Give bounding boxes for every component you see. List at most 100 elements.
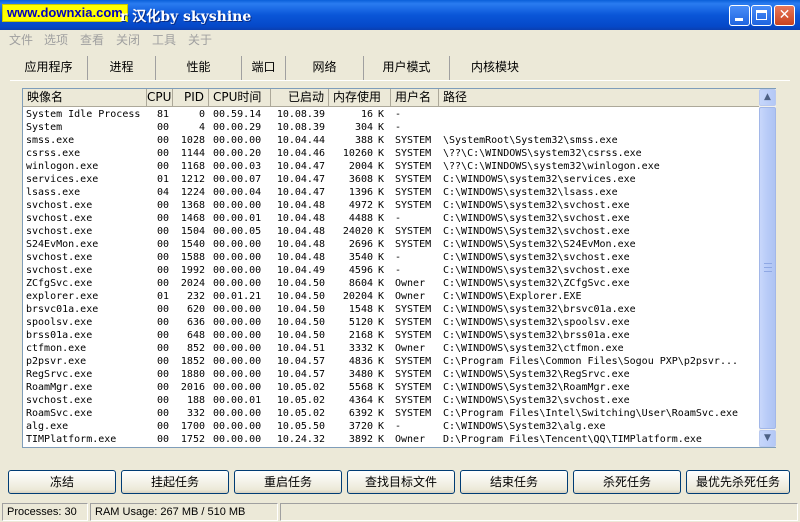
table-row[interactable]: csrss.exe 00 1144 00.00.20 10.04.46 10260 K SYS… xyxy=(23,147,759,160)
table-row[interactable]: svchost.exe 00 1992 00.00.00 10.04.49 4596 K - C… xyxy=(23,264,759,277)
title-bar[interactable]: www.downxia.com r 汉化by skyshine ✕ xyxy=(0,0,800,30)
cell-pid: 1880 xyxy=(180,369,205,380)
table-row[interactable]: winlogon.exe 00 1168 00.00.03 10.04.47 2004 K S… xyxy=(23,160,759,173)
column-cpu-time[interactable]: CPU时间 xyxy=(209,89,271,107)
menu-about[interactable]: 关于 xyxy=(188,32,212,48)
cell-cpu: 00 xyxy=(156,343,169,354)
table-row[interactable]: TIMPlatform.exe 00 1752 00.00.00 10.24.32 389… xyxy=(23,433,759,446)
cell-user: SYSTEM xyxy=(395,369,432,380)
table-row[interactable]: brss01a.exe 00 648 00.00.00 10.04.50 2168 K SYS… xyxy=(23,329,759,342)
table-row[interactable]: lsass.exe 04 1224 00.00.04 10.04.47 1396 K SYST… xyxy=(23,186,759,199)
cell-name: RegSrvc.exe xyxy=(26,369,93,380)
cell-name: brsvc01a.exe xyxy=(26,304,99,315)
scroll-up-button[interactable]: ▲ xyxy=(759,89,776,106)
maximize-button[interactable] xyxy=(751,5,772,26)
cell-started: 10.04.50 xyxy=(276,330,325,341)
cell-cpu: 00 xyxy=(156,304,169,315)
table-row[interactable]: spoolsv.exe 00 636 00.00.00 10.04.50 5120 K SYS… xyxy=(23,316,759,329)
table-row[interactable]: brsvc01a.exe 00 620 00.00.00 10.04.50 1548 K SY… xyxy=(23,303,759,316)
table-row[interactable]: S24EvMon.exe 00 1540 00.00.00 10.04.48 2696 K S… xyxy=(23,238,759,251)
priority-kill-button[interactable]: 最优先杀死任务 xyxy=(686,470,790,494)
cell-memory: 3720 xyxy=(348,421,373,432)
cell-pid: 1368 xyxy=(180,200,205,211)
table-row[interactable]: svchost.exe 00 1504 00.00.05 10.04.48 24020 K S… xyxy=(23,225,759,238)
cell-started: 10.04.57 xyxy=(276,356,325,367)
menu-view[interactable]: 查看 xyxy=(80,32,104,48)
table-row[interactable]: ZCfgSvc.exe 00 2024 00.00.00 10.04.50 8604 K Ow… xyxy=(23,277,759,290)
column-image-name[interactable]: 映像名 xyxy=(23,89,147,107)
ram-usage: RAM Usage: 267 MB / 510 MB (52%) xyxy=(90,503,278,521)
table-row[interactable]: p2psvr.exe 00 1852 00.00.00 10.04.57 4836 K SYS… xyxy=(23,355,759,368)
table-row[interactable]: svchost.exe 00 1468 00.00.01 10.04.48 4488 K - C… xyxy=(23,212,759,225)
restart-task-button[interactable]: 重启任务 xyxy=(234,470,342,494)
minimize-button[interactable] xyxy=(729,5,750,26)
tab-kernel-modules[interactable]: 内核模块 xyxy=(450,56,540,80)
cell-memory-unit: K xyxy=(378,330,385,341)
cell-user: Owner xyxy=(395,291,426,302)
table-row[interactable]: svchost.exe 00 1368 00.00.00 10.04.48 4972 K SY… xyxy=(23,199,759,212)
scroll-thumb[interactable] xyxy=(759,107,776,429)
column-path[interactable]: 路径 xyxy=(439,89,759,107)
cell-started: 10.24.32 xyxy=(276,434,325,445)
column-memory[interactable]: 内存使用 xyxy=(329,89,391,107)
column-started[interactable]: 已启动 xyxy=(271,89,329,107)
window-title: r 汉化by skyshine xyxy=(120,9,252,25)
table-row[interactable]: smss.exe 00 1028 00.00.00 10.04.44 388 K SYSTEM… xyxy=(23,134,759,147)
cell-path: C:\WINDOWS\system32\spoolsv.exe xyxy=(443,317,630,328)
vertical-scrollbar[interactable]: ▲ ▼ xyxy=(759,89,776,447)
cell-pid: 1028 xyxy=(180,135,205,146)
table-row[interactable]: System Idle Process 81 0 00.59.14 10.08.39 16… xyxy=(23,108,759,121)
tab-performance[interactable]: 性能 xyxy=(156,56,242,80)
cell-path xyxy=(443,108,759,121)
table-row[interactable]: RegSrvc.exe 00 1880 00.00.00 10.04.57 3480 K SY… xyxy=(23,368,759,381)
cell-memory: 5568 xyxy=(348,382,373,393)
cell-name: spoolsv.exe xyxy=(26,317,93,328)
table-row[interactable]: services.exe 01 1212 00.00.07 10.04.47 3608 K S… xyxy=(23,173,759,186)
process-list[interactable]: 映像名 CPU PID CPU时间 已启动 内存使用 用户名 路径 System… xyxy=(22,88,776,448)
table-row[interactable]: RoamMgr.exe 00 2016 00.00.00 10.05.02 5568 K SY… xyxy=(23,381,759,394)
cell-memory: 1548 xyxy=(348,304,373,315)
cell-pid: 648 xyxy=(186,330,205,341)
cell-cpu-time: 00.00.29 xyxy=(213,122,262,133)
table-row[interactable]: alg.exe 00 1700 00.00.00 10.05.50 3720 K - C:\WI… xyxy=(23,420,759,433)
close-button[interactable]: ✕ xyxy=(774,5,795,26)
cell-cpu-time: 00.59.14 xyxy=(213,109,262,120)
table-row[interactable]: explorer.exe 01 232 00.01.21 10.04.50 20204 K O… xyxy=(23,290,759,303)
menu-file[interactable]: 文件 xyxy=(9,32,33,48)
cell-memory: 24020 xyxy=(342,226,373,237)
table-row[interactable]: svchost.exe 00 1588 00.00.00 10.04.48 3540 K - C… xyxy=(23,251,759,264)
tab-ports[interactable]: 端口 xyxy=(242,56,286,80)
cell-name: svchost.exe xyxy=(26,395,93,406)
kill-task-button[interactable]: 杀死任务 xyxy=(573,470,681,494)
cell-memory: 4364 xyxy=(348,395,373,406)
cell-memory: 304 xyxy=(354,122,373,133)
menu-options[interactable]: 选项 xyxy=(44,32,68,48)
tab-processes[interactable]: 进程 xyxy=(88,56,156,80)
suspend-task-button[interactable]: 挂起任务 xyxy=(121,470,229,494)
tab-network[interactable]: 网络 xyxy=(286,56,364,80)
menu-tools[interactable]: 工具 xyxy=(152,32,176,48)
scroll-down-button[interactable]: ▼ xyxy=(759,430,776,447)
table-row[interactable]: RoamSvc.exe 00 332 00.00.00 10.05.02 6392 K SYS… xyxy=(23,407,759,420)
tab-applications[interactable]: 应用程序 xyxy=(10,56,88,80)
column-user[interactable]: 用户名 xyxy=(391,89,439,107)
cell-cpu-time: 00.00.00 xyxy=(213,265,262,276)
cell-cpu: 00 xyxy=(156,382,169,393)
menu-close[interactable]: 关闭 xyxy=(116,32,140,48)
end-task-button[interactable]: 结束任务 xyxy=(460,470,568,494)
column-pid[interactable]: PID xyxy=(173,89,209,107)
table-row[interactable]: ctfmon.exe 00 852 00.00.00 10.04.51 3332 K Owne… xyxy=(23,342,759,355)
table-row[interactable]: System 00 4 00.00.29 10.08.39 304 K - xyxy=(23,121,759,134)
find-target-file-button[interactable]: 查找目标文件 xyxy=(347,470,455,494)
column-cpu[interactable]: CPU xyxy=(147,89,173,107)
cell-name: RoamSvc.exe xyxy=(26,408,93,419)
cell-pid: 2024 xyxy=(180,278,205,289)
cell-name: ctfmon.exe xyxy=(26,343,87,354)
tab-user-mode[interactable]: 用户模式 xyxy=(364,56,450,80)
cell-memory-unit: K xyxy=(378,343,385,354)
freeze-button[interactable]: 冻结 xyxy=(8,470,116,494)
table-row[interactable]: svchost.exe 00 188 00.00.01 10.05.02 4364 K SYS… xyxy=(23,394,759,407)
cell-user: SYSTEM xyxy=(395,161,432,172)
cell-cpu: 00 xyxy=(156,200,169,211)
cell-name: brss01a.exe xyxy=(26,330,93,341)
